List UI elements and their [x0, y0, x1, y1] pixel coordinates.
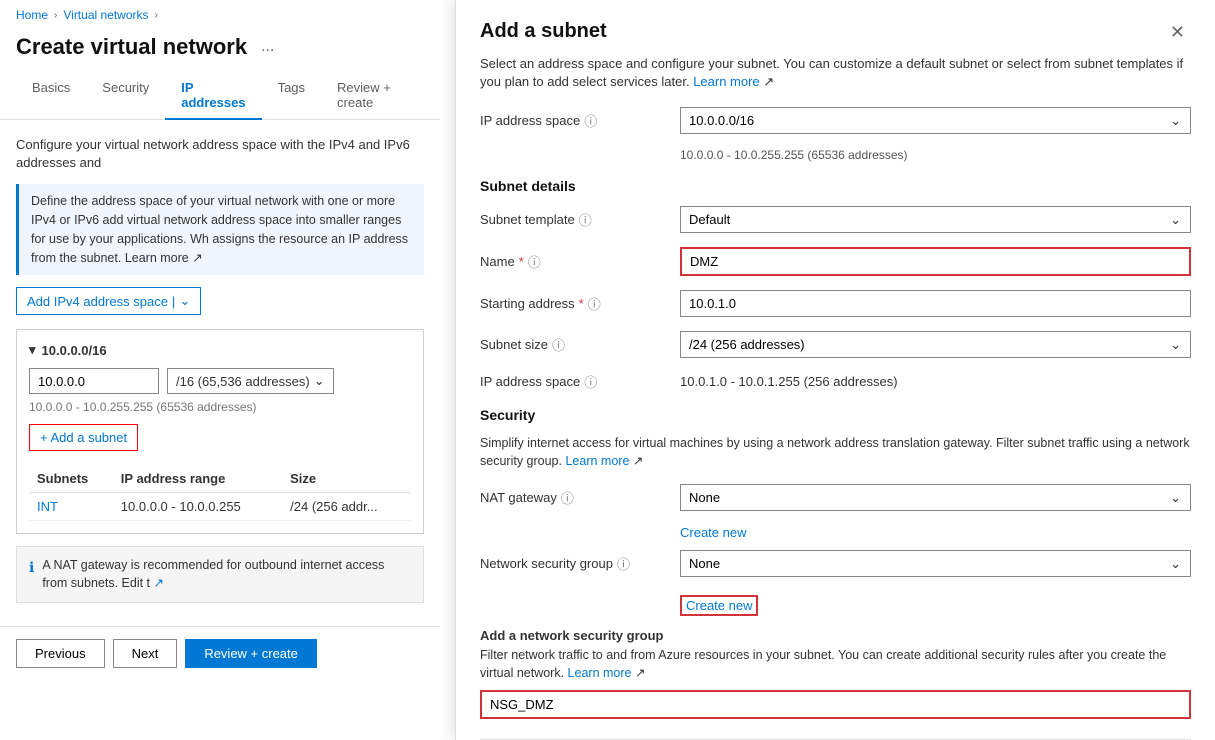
panel-title: Add a subnet [480, 20, 607, 43]
subnets-table: Subnets IP address range Size INT 10.0.0… [29, 465, 411, 521]
tab-basics[interactable]: Basics [16, 72, 86, 120]
address-inputs: /16 (65,536 addresses) ⌄ [29, 368, 411, 394]
nsg-select[interactable]: None [680, 550, 1191, 577]
nat-gateway-row: NAT gateway ⓘ None [480, 484, 1191, 511]
ip-space-range-value: 10.0.1.0 - 10.0.1.255 (256 addresses) [680, 374, 898, 389]
name-label: Name * ⓘ [480, 252, 680, 271]
nsg-info-icon: ⓘ [617, 554, 630, 573]
nsg-name-input[interactable] [480, 690, 1191, 719]
name-required: * [519, 254, 524, 269]
subnet-name-link[interactable]: INT [37, 499, 58, 514]
starting-address-row: Starting address * ⓘ [480, 290, 1191, 317]
nsg-add-title: Add a network security group [480, 628, 1191, 643]
breadcrumb-home[interactable]: Home [16, 8, 48, 22]
subnet-template-label: Subnet template ⓘ [480, 210, 680, 229]
tab-ip-addresses[interactable]: IP addresses [165, 72, 261, 120]
nsg-add-learn-more[interactable]: Learn more [568, 666, 632, 680]
tabs-bar: Basics Security IP addresses Tags Review… [0, 72, 440, 120]
security-header: Security [480, 407, 1191, 423]
breadcrumb-virtual-networks[interactable]: Virtual networks [63, 8, 148, 22]
subnet-template-info-icon: ⓘ [579, 210, 592, 229]
ip-space-info-icon: ⓘ [584, 111, 597, 130]
address-space-box: ▾ 10.0.0.0/16 /16 (65,536 addresses) ⌄ 1… [16, 329, 424, 534]
nat-create-new-link[interactable]: Create new [680, 525, 1191, 540]
page-title: Create virtual network [16, 34, 247, 60]
ip-space-range-row: IP address space ⓘ 10.0.1.0 - 10.0.1.255… [480, 372, 1191, 391]
ip-input[interactable] [29, 368, 159, 394]
learn-more-link[interactable]: Learn more [125, 251, 189, 265]
nsg-add-section: Add a network security group Filter netw… [480, 628, 1191, 719]
starting-address-label: Starting address * ⓘ [480, 294, 680, 313]
address-space-header[interactable]: ▾ 10.0.0.0/16 [29, 342, 411, 358]
nat-gateway-select[interactable]: None [680, 484, 1191, 511]
security-desc: Simplify internet access for virtual mac… [480, 435, 1191, 470]
tab-review-create[interactable]: Review + create [321, 72, 424, 120]
name-row: Name * ⓘ [480, 247, 1191, 276]
next-button[interactable]: Next [113, 639, 178, 668]
nat-learn-more[interactable]: ↗ [154, 576, 164, 590]
subnet-template-row: Subnet template ⓘ Default [480, 206, 1191, 233]
ip-address-space-label: IP address space ⓘ [480, 111, 680, 130]
ip-space-range-label: IP address space ⓘ [480, 372, 680, 391]
address-range-text: 10.0.0.0 - 10.0.255.255 (65536 addresses… [29, 400, 411, 414]
subnet-size-label: Subnet size ⓘ [480, 335, 680, 354]
subnet-size-row: Subnet size ⓘ /24 (256 addresses) [480, 331, 1191, 358]
info-box: Define the address space of your virtual… [16, 184, 424, 275]
col-subnets: Subnets [29, 465, 113, 493]
panel-header: Add a subnet ✕ [480, 20, 1191, 45]
subnet-details-header: Subnet details [480, 178, 1191, 194]
nat-gateway-label: NAT gateway ⓘ [480, 488, 680, 507]
security-learn-more[interactable]: Learn more [565, 454, 629, 468]
nat-info: ℹ A NAT gateway is recommended for outbo… [16, 546, 424, 603]
subnet-size-select[interactable]: /24 (256 addresses) [680, 331, 1191, 358]
ip-address-space-select[interactable]: 10.0.0.0/16 [680, 107, 1191, 134]
subnet-template-select-wrapper: Default [680, 206, 1191, 233]
nat-gateway-select-wrapper: None [680, 484, 1191, 511]
left-panel: Configure your virtual network address s… [0, 120, 440, 680]
ip-address-space-row: IP address space ⓘ 10.0.0.0/16 [480, 107, 1191, 134]
ellipsis-button[interactable]: ... [255, 36, 280, 58]
subnet-template-select[interactable]: Default [680, 206, 1191, 233]
starting-address-required: * [579, 296, 584, 311]
add-subnet-panel: Add a subnet ✕ Select an address space a… [455, 0, 1215, 740]
breadcrumb: Home › Virtual networks › [0, 0, 440, 30]
bottom-buttons: Previous Next Review + create [0, 626, 440, 680]
col-ip-range: IP address range [113, 465, 282, 493]
close-button[interactable]: ✕ [1164, 20, 1191, 45]
starting-address-info-icon: ⓘ [588, 294, 601, 313]
previous-button[interactable]: Previous [16, 639, 105, 668]
cidr-select[interactable]: /16 (65,536 addresses) ⌄ [167, 368, 334, 394]
info-icon: ℹ [29, 558, 34, 592]
tab-tags[interactable]: Tags [262, 72, 321, 120]
review-create-button[interactable]: Review + create [185, 639, 317, 668]
add-ipv4-button[interactable]: Add IPv4 address space | ⌄ [16, 287, 201, 315]
nat-gateway-info-icon: ⓘ [561, 488, 574, 507]
subnet-size-select-wrapper: /24 (256 addresses) [680, 331, 1191, 358]
nsg-row: Network security group ⓘ None [480, 550, 1191, 577]
ip-space-range-info-icon: ⓘ [584, 372, 597, 391]
subnet-size-info-icon: ⓘ [552, 335, 565, 354]
panel-subtitle: Select an address space and configure yo… [480, 55, 1191, 91]
ip-space-range: 10.0.0.0 - 10.0.255.255 (65536 addresses… [680, 148, 1191, 162]
page-title-area: Create virtual network ... [0, 30, 440, 72]
tab-security[interactable]: Security [86, 72, 165, 120]
panel-learn-more[interactable]: Learn more [693, 74, 759, 89]
starting-address-input[interactable] [680, 290, 1191, 317]
ip-address-space-select-wrapper: 10.0.0.0/16 [680, 107, 1191, 134]
table-row: INT 10.0.0.0 - 10.0.0.255 /24 (256 addr.… [29, 493, 411, 521]
name-info-icon: ⓘ [528, 252, 541, 271]
nsg-create-new-link[interactable]: Create new [680, 595, 758, 616]
add-subnet-button[interactable]: + Add a subnet [29, 424, 138, 451]
nsg-select-wrapper: None [680, 550, 1191, 577]
col-size: Size [282, 465, 411, 493]
breadcrumb-sep1: › [54, 10, 57, 21]
nsg-add-desc: Filter network traffic to and from Azure… [480, 647, 1191, 682]
name-input[interactable] [680, 247, 1191, 276]
info-text: Configure your virtual network address s… [16, 136, 424, 172]
nsg-label: Network security group ⓘ [480, 554, 680, 573]
breadcrumb-sep2: › [155, 10, 158, 21]
